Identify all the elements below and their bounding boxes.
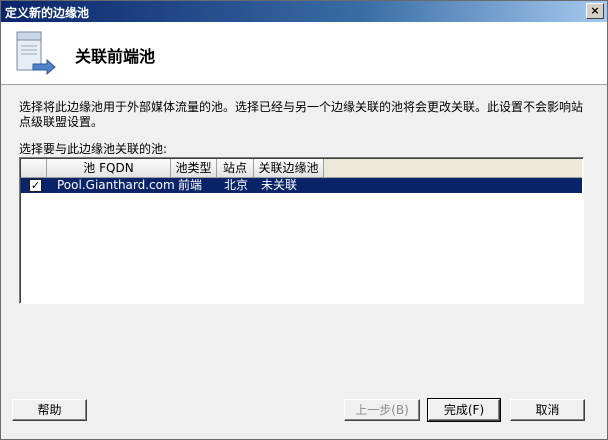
help-button[interactable]: 帮助 — [12, 399, 87, 421]
cell-fqdn: Pool.Gianthard.com — [57, 178, 175, 192]
description-text: 选择将此边缘池用于外部媒体流量的池。选择已经与另一个边缘关联的池将会更改关联。此… — [19, 100, 584, 129]
cell-site: 北京 — [224, 178, 249, 192]
close-button[interactable]: × — [586, 3, 604, 19]
window-title: 定义新的边缘池 — [5, 6, 90, 20]
column-header-edge[interactable]: 关联边缘池 — [254, 159, 324, 177]
table-row[interactable]: ✓ Pool.Gianthard.com 前端 北京 未关联 — [21, 178, 582, 193]
column-header-site[interactable]: 站点 — [217, 159, 254, 177]
dialog-window: 定义新的边缘池 × 关联前端池 选择将此边缘池用于外部媒体流量的池。选择已经与另… — [0, 0, 608, 440]
cell-type: 前端 — [178, 178, 203, 192]
cancel-button[interactable]: 取消 — [510, 399, 585, 421]
check-icon: ✓ — [30, 179, 41, 192]
wizard-header: 关联前端池 — [1, 22, 607, 85]
page-title: 关联前端池 — [75, 47, 156, 66]
finish-button[interactable]: 完成(F) — [427, 398, 501, 422]
title-bar[interactable]: 定义新的边缘池 × — [1, 1, 607, 22]
column-header-fqdn[interactable]: 池 FQDN — [47, 159, 171, 177]
back-button[interactable]: 上一步(B) — [344, 399, 420, 421]
cell-edge: 未关联 — [261, 178, 298, 192]
close-icon: × — [590, 4, 600, 17]
column-header-type[interactable]: 池类型 — [171, 159, 217, 177]
pool-list[interactable]: 池 FQDN 池类型 站点 关联边缘池 ✓ Pool.Gianthard.com… — [19, 157, 584, 304]
pool-list-header: 池 FQDN 池类型 站点 关联边缘池 — [21, 159, 582, 178]
column-header-check[interactable] — [21, 159, 47, 177]
server-arrow-icon — [16, 31, 56, 76]
pool-checkbox[interactable]: ✓ — [29, 179, 42, 192]
pool-list-label: 选择要与此边缘池关联的池: — [19, 142, 168, 156]
